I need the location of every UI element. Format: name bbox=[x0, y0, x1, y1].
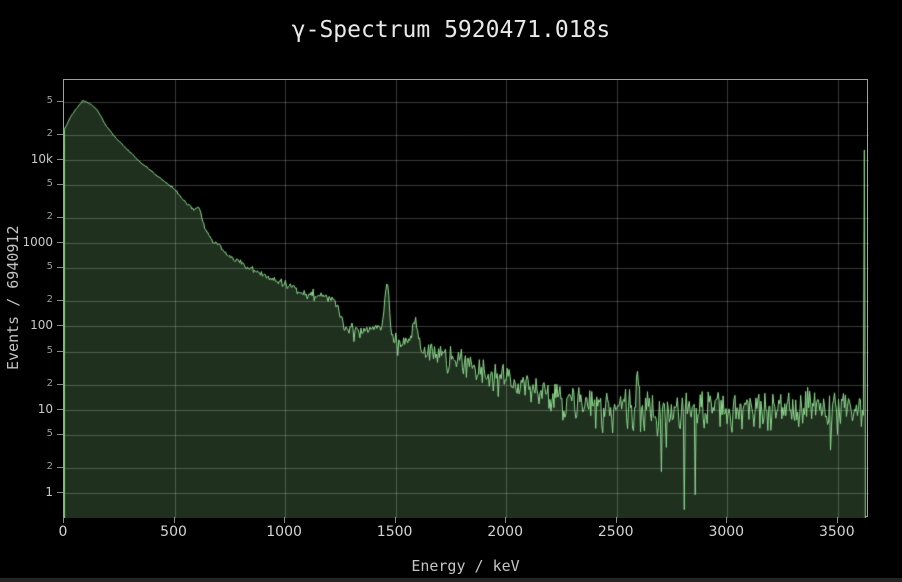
y-tick-mark bbox=[57, 267, 63, 268]
x-tick-mark bbox=[174, 517, 175, 523]
chart-title: γ-Spectrum 5920471.018s bbox=[0, 17, 902, 43]
y-tick-mark bbox=[57, 242, 63, 243]
window-bottom-edge bbox=[0, 578, 902, 582]
x-tick-label: 0 bbox=[59, 525, 68, 539]
gamma-spectrum-window: γ-Spectrum 5920471.018s 5210k52100052100… bbox=[0, 0, 902, 582]
y-tick-mark bbox=[57, 409, 63, 410]
x-tick-mark bbox=[837, 517, 838, 523]
x-tick-label: 3500 bbox=[819, 525, 855, 539]
y-tick-mark bbox=[57, 351, 63, 352]
y-tick-mark bbox=[57, 300, 63, 301]
x-tick-label: 1500 bbox=[377, 525, 413, 539]
y-tick-mark bbox=[57, 184, 63, 185]
y-tick-mark bbox=[57, 467, 63, 468]
x-tick-mark bbox=[63, 517, 64, 523]
x-tick-label: 3000 bbox=[708, 525, 744, 539]
x-tick-label: 1000 bbox=[266, 525, 302, 539]
x-tick-mark bbox=[284, 517, 285, 523]
x-tick-mark bbox=[395, 517, 396, 523]
y-axis-title: Events / 6940912 bbox=[4, 79, 22, 517]
y-tick-mark bbox=[57, 159, 63, 160]
x-axis-title: Energy / keV bbox=[63, 557, 868, 575]
y-tick-mark bbox=[57, 384, 63, 385]
y-tick-mark bbox=[57, 325, 63, 326]
y-tick-mark bbox=[57, 217, 63, 218]
y-tick-mark bbox=[57, 101, 63, 102]
x-tick-label: 500 bbox=[160, 525, 187, 539]
y-tick-mark bbox=[57, 134, 63, 135]
x-tick-label: 2000 bbox=[487, 525, 523, 539]
x-tick-mark bbox=[616, 517, 617, 523]
y-tick-mark bbox=[57, 434, 63, 435]
x-tick-label: 2500 bbox=[598, 525, 634, 539]
spectrum-plot-area[interactable] bbox=[64, 80, 869, 518]
x-tick-mark bbox=[726, 517, 727, 523]
y-tick-mark bbox=[57, 492, 63, 493]
plot-frame bbox=[63, 79, 868, 517]
x-tick-mark bbox=[505, 517, 506, 523]
